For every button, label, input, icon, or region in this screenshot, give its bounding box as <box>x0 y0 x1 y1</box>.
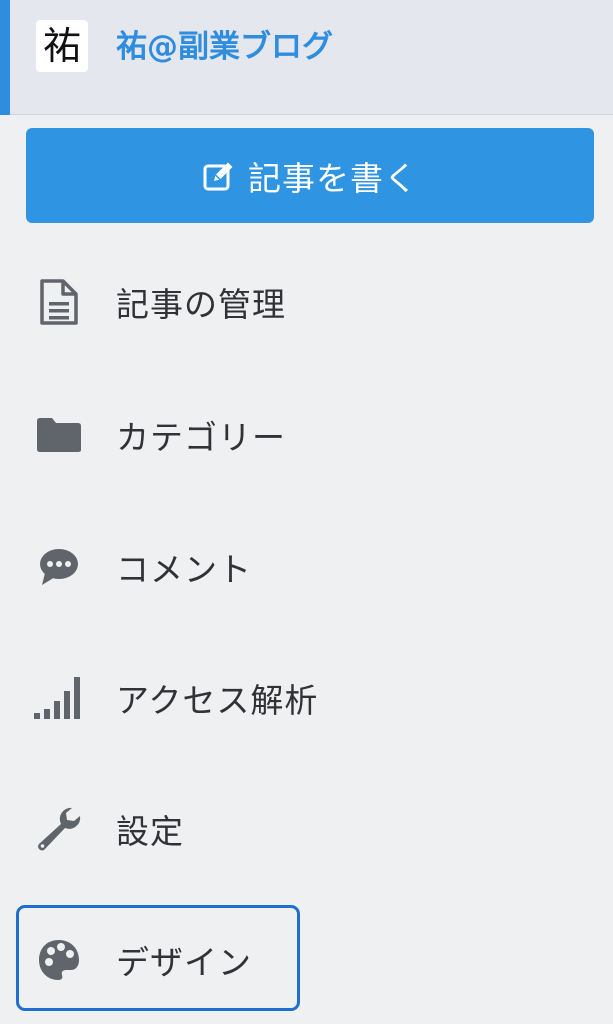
comment-icon <box>30 538 88 596</box>
menu-label: アクセス解析 <box>116 681 319 720</box>
blog-avatar: 祐 <box>36 20 88 72</box>
menu-item-comments[interactable]: コメント <box>0 512 613 622</box>
menu-label: 記事の管理 <box>116 285 286 324</box>
blog-header[interactable]: 祐 祐@副業ブログ <box>0 0 613 115</box>
wrench-icon <box>30 800 88 858</box>
menu-label: 設定 <box>116 812 184 851</box>
signal-icon <box>30 669 88 727</box>
active-indicator <box>0 0 10 115</box>
menu-item-categories[interactable]: カテゴリー <box>0 380 613 490</box>
menu-item-access-analytics[interactable]: アクセス解析 <box>0 643 613 753</box>
menu-item-settings[interactable]: 設定 <box>0 774 613 884</box>
edit-icon <box>203 162 233 190</box>
folder-icon <box>30 406 88 464</box>
document-icon <box>30 273 88 331</box>
write-article-button[interactable]: 記事を書く <box>26 128 594 223</box>
menu-item-design[interactable]: デザイン <box>0 905 613 1015</box>
blog-title[interactable]: 祐@副業ブログ <box>116 22 333 72</box>
menu-label: コメント <box>116 550 252 589</box>
menu-label: カテゴリー <box>116 418 286 457</box>
write-article-label: 記事を書く <box>248 158 418 198</box>
menu-label: デザイン <box>116 943 252 982</box>
palette-icon <box>30 931 88 989</box>
menu-item-manage-articles[interactable]: 記事の管理 <box>0 247 613 357</box>
